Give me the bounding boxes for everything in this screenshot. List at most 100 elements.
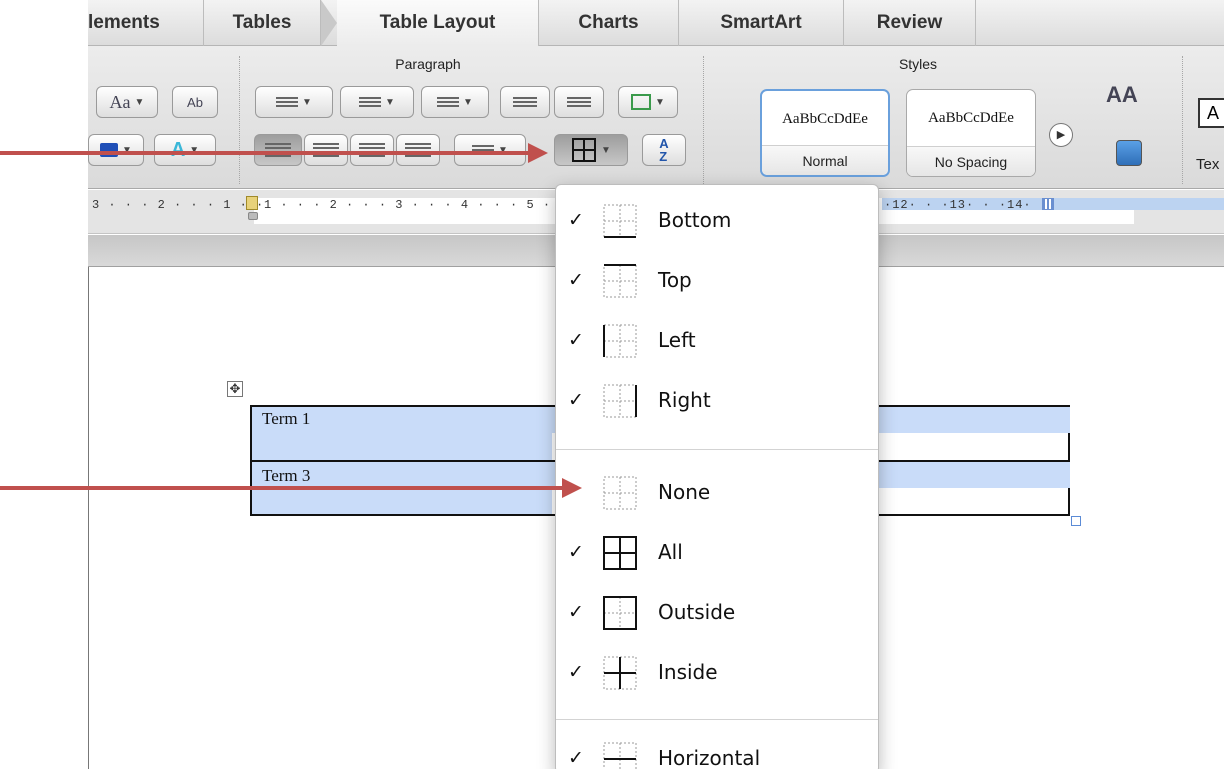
tab-charts[interactable]: Charts [539, 0, 679, 46]
chevron-down-icon: ▼ [601, 144, 611, 156]
text-styles-icon: AA [1106, 82, 1138, 107]
border-left-icon [603, 324, 637, 358]
increase-indent-icon [567, 97, 591, 107]
text-box-icon[interactable]: A [1198, 98, 1224, 128]
menu-item-label: All [658, 540, 683, 564]
style-no-spacing[interactable]: AaBbCcDdEe No Spacing [906, 89, 1036, 177]
hanging-indent-marker[interactable] [248, 212, 258, 220]
checkmark-icon: ✓ [568, 541, 584, 563]
tab-chevron-divider [321, 0, 337, 46]
text-effects-icon: A [170, 138, 186, 161]
checkmark-icon: ✓ [568, 329, 584, 351]
indent-marker[interactable] [246, 196, 258, 210]
menu-item-label: None [658, 480, 711, 504]
tab-smartart[interactable]: SmartArt [679, 0, 844, 46]
ribbon-tab-bar: lements Tables Table Layout Charts Smart… [88, 0, 1224, 46]
columns-button[interactable]: ▼ [618, 86, 678, 118]
chevron-down-icon: ▼ [302, 96, 312, 108]
ruler-right-numbers: ·12· · ·13· · ·14· · [884, 198, 1049, 212]
tab-table-layout[interactable]: Table Layout [337, 0, 539, 46]
justify-button[interactable] [396, 134, 440, 166]
border-bottom-icon [603, 204, 637, 238]
tab-tables[interactable]: Tables [204, 0, 321, 46]
chevron-down-icon: ▼ [122, 144, 132, 156]
tab-review[interactable]: Review [844, 0, 976, 46]
chevron-down-icon: ▼ [655, 96, 665, 108]
numbering-button[interactable]: ▼ [340, 86, 414, 118]
menu-item-bottom[interactable]: ✓ Bottom [556, 191, 878, 251]
group-separator [703, 56, 704, 184]
style-name: Normal [762, 145, 888, 175]
change-case-icon: Aa [109, 91, 131, 112]
play-icon: ▶ [1056, 129, 1066, 141]
menu-item-label: Outside [658, 600, 736, 624]
menu-item-outside[interactable]: ✓ Outside [556, 583, 878, 643]
align-left-button[interactable] [254, 134, 302, 166]
clear-formatting-button[interactable]: Ab [172, 86, 218, 118]
tab-elements[interactable]: lements [88, 0, 204, 46]
chevron-down-icon: ▼ [498, 144, 508, 156]
text-effects-button[interactable]: A ▼ [154, 134, 216, 166]
line-spacing-icon [472, 145, 495, 155]
highlighter-icon [100, 143, 119, 157]
borders-dropdown-menu: ✓ Bottom ✓ Top ✓ Left ✓ Right None ✓ All… [555, 184, 879, 769]
menu-item-none[interactable]: None [556, 463, 878, 523]
style-sample: AaBbCcDdEe [928, 110, 1014, 126]
selection-highlight [252, 433, 552, 460]
border-horizontal-icon [603, 742, 637, 769]
menu-item-horizontal[interactable]: ✓ Horizontal [556, 729, 878, 769]
align-center-icon [313, 143, 339, 157]
group-separator [239, 56, 240, 184]
text-styles-button[interactable]: AA [1106, 82, 1150, 118]
ruler-right-numbers: 1 · · · 2 · · · 3 · · · 4 · · · 5 · [264, 198, 552, 212]
borders-button[interactable]: ▼ [554, 134, 628, 166]
border-all-icon [572, 138, 597, 162]
decrease-indent-button[interactable] [500, 86, 550, 118]
multilevel-list-icon [437, 97, 460, 107]
border-inside-icon [603, 656, 637, 690]
table-resize-handle[interactable] [1071, 516, 1081, 526]
menu-item-label: Inside [658, 660, 718, 684]
menu-separator [556, 449, 878, 450]
menu-item-all[interactable]: ✓ All [556, 523, 878, 583]
bullets-icon [276, 97, 299, 107]
menu-item-inside[interactable]: ✓ Inside [556, 643, 878, 703]
sort-button[interactable]: AZ [642, 134, 686, 166]
ruler-left-numbers: 3 · · · 2 · · · 1 · · [92, 198, 265, 212]
chevron-down-icon: ▼ [463, 96, 473, 108]
chevron-down-icon: ▼ [189, 144, 200, 156]
table-move-handle[interactable]: ✥ [227, 381, 243, 397]
chevron-down-icon: ▼ [385, 96, 395, 108]
menu-item-label: Bottom [658, 208, 732, 232]
change-case-button[interactable]: Aa ▼ [96, 86, 158, 118]
menu-item-right[interactable]: ✓ Right [556, 371, 878, 431]
table-cell[interactable]: Term 1 [262, 409, 310, 429]
page-edge [88, 267, 89, 769]
ribbon-panel: Paragraph Styles Aa ▼ Ab ▼ A ▼ ▼ ▼ ▼ ▼ ▼… [88, 46, 1224, 189]
style-normal[interactable]: AaBbCcDdEe Normal [760, 89, 890, 177]
menu-item-top[interactable]: ✓ Top [556, 251, 878, 311]
align-right-button[interactable] [350, 134, 394, 166]
column-marker[interactable] [1042, 198, 1054, 210]
border-none-icon [603, 476, 637, 510]
line-spacing-button[interactable]: ▼ [454, 134, 526, 166]
checkmark-icon: ✓ [568, 601, 584, 623]
menu-item-label: Top [658, 268, 692, 292]
style-pane-button[interactable] [1116, 140, 1142, 166]
checkmark-icon: ✓ [568, 269, 584, 291]
sort-az-icon: AZ [659, 136, 669, 164]
selection-highlight [252, 488, 552, 514]
multilevel-list-button[interactable]: ▼ [421, 86, 489, 118]
menu-item-left[interactable]: ✓ Left [556, 311, 878, 371]
bullets-button[interactable]: ▼ [255, 86, 333, 118]
table-cell[interactable]: Term 3 [262, 466, 310, 486]
checkmark-icon: ✓ [568, 209, 584, 231]
style-name: No Spacing [907, 146, 1035, 176]
styles-next-button[interactable]: ▶ [1049, 123, 1073, 147]
border-all-icon [603, 536, 637, 570]
highlight-button[interactable]: ▼ [88, 134, 144, 166]
increase-indent-button[interactable] [554, 86, 604, 118]
checkmark-icon: ✓ [568, 661, 584, 683]
menu-item-label: Horizontal [658, 746, 761, 769]
align-center-button[interactable] [304, 134, 348, 166]
